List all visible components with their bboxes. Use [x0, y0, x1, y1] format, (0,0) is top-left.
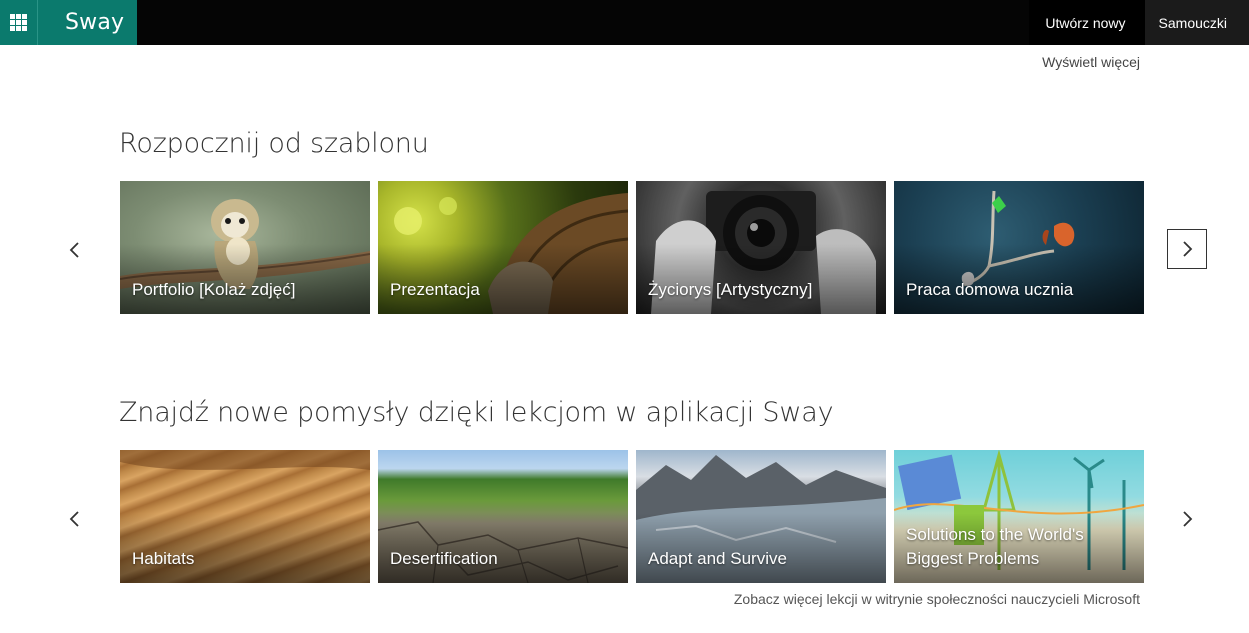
lesson-card-solutions[interactable]: Solutions to the World's Biggest Problem…: [894, 450, 1144, 583]
lesson-card-desertification[interactable]: Desertification: [378, 450, 628, 583]
lesson-card-label: Desertification: [390, 549, 498, 568]
lessons-section-title: Znajdź nowe pomysły dzięki lekcjom w apl…: [119, 397, 834, 428]
templates-section-title: Rozpocznij od szablonu: [119, 128, 429, 159]
lesson-card-adapt-and-survive[interactable]: Adapt and Survive: [636, 450, 886, 583]
lesson-card-label: Adapt and Survive: [648, 549, 787, 568]
template-card-resume[interactable]: Życiorys [Artystyczny]: [636, 181, 886, 314]
template-card-label: Prezentacja: [390, 280, 480, 299]
app-launcher-button[interactable]: [0, 0, 37, 45]
template-card-portfolio[interactable]: Portfolio [Kolaż zdjęć]: [120, 181, 370, 314]
top-nav: Utwórz nowy Samouczki: [1029, 0, 1249, 45]
lesson-card-label: Solutions to the World's Biggest Problem…: [906, 525, 1084, 568]
chevron-left-icon: [69, 242, 79, 258]
template-card-homework[interactable]: Praca domowa ucznia: [894, 181, 1144, 314]
template-card-presentation[interactable]: Prezentacja: [378, 181, 628, 314]
waffle-grid-icon: [10, 14, 27, 31]
lesson-card-label: Habitats: [132, 549, 195, 568]
template-card-label: Życiorys [Artystyczny]: [648, 280, 813, 299]
more-lessons-link[interactable]: Zobacz więcej lekcji w witrynie społeczn…: [734, 591, 1140, 607]
tutorials-button[interactable]: Samouczki: [1144, 0, 1249, 45]
chevron-right-icon: [1183, 241, 1193, 257]
lesson-card-habitats[interactable]: Habitats: [120, 450, 370, 583]
chevron-right-icon: [1183, 511, 1193, 527]
templates-carousel: Portfolio [Kolaż zdjęć] Prezentacja Życi…: [120, 181, 1144, 314]
lessons-next-button[interactable]: [1167, 499, 1207, 539]
app-title[interactable]: Sway: [37, 0, 137, 45]
templates-prev-button[interactable]: [55, 230, 95, 270]
top-bar: Sway Utwórz nowy Samouczki: [0, 0, 1249, 45]
lessons-prev-button[interactable]: [55, 499, 95, 539]
template-card-label: Praca domowa ucznia: [906, 280, 1074, 299]
template-card-label: Portfolio [Kolaż zdjęć]: [132, 280, 296, 299]
templates-next-button[interactable]: [1167, 229, 1207, 269]
create-new-button[interactable]: Utwórz nowy: [1029, 0, 1145, 45]
lessons-carousel: Habitats Desertification Adapt and Survi…: [120, 450, 1144, 583]
chevron-left-icon: [69, 511, 79, 527]
view-more-link[interactable]: Wyświetl więcej: [1042, 54, 1140, 70]
